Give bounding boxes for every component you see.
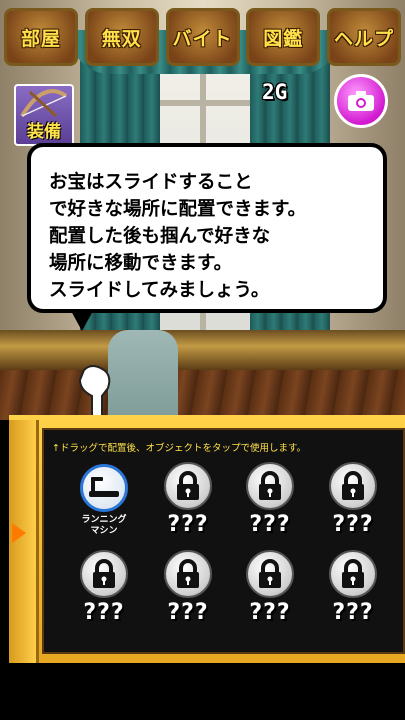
tab-musou[interactable]: 無双 — [84, 8, 159, 66]
item-slot-treadmill[interactable]: ランニング マシン — [77, 464, 131, 537]
item-slot-locked[interactable]: ??? — [77, 550, 131, 625]
tutorial-dialog: お宝はスライドすること で好きな場所に配置できます。 配置した後も掴んで好きな … — [27, 143, 387, 313]
tutorial-text: お宝はスライドすること で好きな場所に配置できます。 配置した後も掴んで好きな … — [49, 172, 307, 301]
item-name: ??? — [249, 512, 291, 537]
dialog-tail — [70, 309, 94, 331]
tab-encyclopedia[interactable]: 図鑑 — [246, 8, 321, 66]
item-icon-frame — [246, 550, 294, 598]
panel-hint: ↑ドラッグで配置後、オブジェクトをタップで使用します。 — [52, 443, 307, 454]
item-name: ??? — [332, 600, 374, 625]
money-display: 2G — [262, 80, 288, 104]
window-frame — [154, 100, 254, 106]
camera-button[interactable] — [334, 74, 388, 128]
item-name: ??? — [167, 512, 209, 537]
item-icon-frame — [164, 550, 212, 598]
treadmill-icon — [89, 477, 119, 497]
item-slot-locked[interactable]: ??? — [326, 550, 380, 625]
item-icon-frame — [80, 550, 128, 598]
tab-room[interactable]: 部屋 — [4, 8, 78, 66]
tab-job[interactable]: バイト — [165, 8, 240, 66]
floor — [0, 370, 405, 420]
item-name: ??? — [249, 600, 291, 625]
item-slot-locked[interactable]: ??? — [326, 462, 380, 537]
expand-arrow-icon[interactable] — [12, 523, 26, 543]
equip-label: 装備 — [27, 122, 61, 142]
lock-icon — [259, 471, 281, 500]
bottom-bar — [0, 663, 405, 720]
item-icon-frame — [246, 462, 294, 510]
item-icon-frame — [80, 464, 128, 512]
item-name: ??? — [167, 600, 209, 625]
item-name: ??? — [332, 512, 374, 537]
lock-icon — [93, 559, 115, 588]
lock-icon — [259, 559, 281, 588]
item-slot-locked[interactable]: ??? — [161, 462, 215, 537]
item-slot-locked[interactable]: ??? — [243, 550, 297, 625]
item-icon-frame — [164, 462, 212, 510]
item-icon-frame — [329, 550, 377, 598]
lock-icon — [342, 471, 364, 500]
item-name: ランニング マシン — [81, 515, 127, 536]
item-icon-frame — [329, 462, 377, 510]
camera-icon — [348, 91, 374, 111]
wall-rail — [0, 330, 405, 370]
lock-icon — [177, 471, 199, 500]
top-menu: 部屋 無双 バイト 図鑑 ヘルプ — [4, 8, 401, 68]
item-name: ??? — [83, 600, 125, 625]
lock-icon — [342, 559, 364, 588]
tab-help[interactable]: ヘルプ — [327, 8, 401, 66]
item-slot-locked[interactable]: ??? — [161, 550, 215, 625]
item-slot-locked[interactable]: ??? — [243, 462, 297, 537]
equip-button[interactable]: 装備 — [14, 84, 74, 146]
lock-icon — [177, 559, 199, 588]
